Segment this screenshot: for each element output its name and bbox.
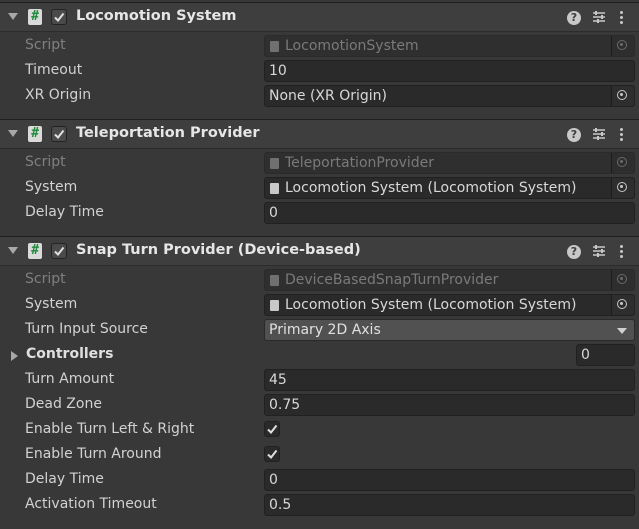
script-icon: # [28, 126, 42, 142]
script-icon: # [28, 243, 42, 259]
component-title: Snap Turn Provider (Device-based) [76, 242, 361, 258]
enable-turn-around-checkbox[interactable] [264, 446, 280, 462]
turn-input-source-dropdown[interactable]: Primary 2D Axis [264, 319, 635, 341]
checkmark-icon [54, 246, 65, 257]
enable-turn-left-right-row: Enable Turn Left & Right [0, 418, 639, 443]
more-options-icon[interactable] [618, 127, 624, 143]
field-label: Turn Input Source [25, 321, 148, 337]
dead-zone-row: Dead Zone 0.75 [0, 393, 639, 418]
component-header-teleportation-provider[interactable]: # Teleportation Provider ? [0, 119, 639, 149]
field-label: Delay Time [25, 471, 104, 487]
field-label: Delay Time [25, 204, 104, 220]
preset-icon[interactable] [592, 10, 608, 26]
field-label: Turn Amount [25, 371, 115, 387]
help-icon[interactable]: ? [567, 128, 581, 142]
more-options-icon[interactable] [618, 10, 624, 26]
component-header-locomotion-system[interactable]: # Locomotion System ? [0, 2, 639, 32]
object-picker-icon [611, 153, 634, 173]
script-field: LocomotionSystem [264, 35, 635, 57]
object-picker-icon [611, 270, 634, 290]
controllers-row: Controllers 0 [0, 343, 639, 368]
delay-time-row: Delay Time 0 [0, 468, 639, 493]
component-enable-checkbox[interactable] [51, 9, 67, 25]
component-header-snap-turn-provider[interactable]: # Snap Turn Provider (Device-based) ? [0, 236, 639, 266]
field-label: Enable Turn Left & Right [25, 421, 195, 437]
delay-time-input[interactable]: 0 [264, 469, 635, 491]
collapse-arrow-icon[interactable] [8, 13, 18, 20]
field-label: Dead Zone [25, 396, 102, 412]
collapse-arrow-icon[interactable] [8, 130, 18, 137]
component-enable-checkbox[interactable] [51, 126, 67, 142]
component-title: Teleportation Provider [76, 125, 260, 141]
chevron-down-icon [617, 328, 627, 334]
script-row: Script LocomotionSystem [0, 34, 639, 59]
checkmark-icon [267, 449, 278, 460]
delay-time-input[interactable]: 0 [264, 202, 635, 224]
turn-amount-row: Turn Amount 45 [0, 368, 639, 393]
field-label: Script [25, 37, 66, 53]
field-label: Activation Timeout [25, 496, 157, 512]
preset-icon[interactable] [592, 127, 608, 143]
field-label: System [25, 179, 78, 195]
system-row: System Locomotion System (Locomotion Sys… [0, 176, 639, 201]
object-picker-icon [611, 36, 634, 56]
field-label: Script [25, 154, 66, 170]
controllers-size-input[interactable]: 0 [576, 344, 635, 366]
checkmark-icon [54, 129, 65, 140]
component-title: Locomotion System [76, 8, 237, 24]
activation-timeout-input[interactable]: 0.5 [264, 494, 635, 516]
xr-origin-row: XR Origin None (XR Origin) [0, 84, 639, 109]
help-icon[interactable]: ? [567, 11, 581, 25]
script-asset-icon [270, 275, 279, 286]
checkmark-icon [54, 12, 65, 23]
script-icon: # [28, 9, 42, 25]
help-icon[interactable]: ? [567, 245, 581, 259]
component-enable-checkbox[interactable] [51, 243, 67, 259]
object-picker-icon[interactable] [611, 295, 634, 315]
enable-turn-around-row: Enable Turn Around [0, 443, 639, 468]
script-asset-icon [270, 300, 279, 311]
delay-time-row: Delay Time 0 [0, 201, 639, 226]
preset-icon[interactable] [592, 244, 608, 260]
field-label: Enable Turn Around [25, 446, 162, 462]
system-row: System Locomotion System (Locomotion Sys… [0, 293, 639, 318]
turn-amount-input[interactable]: 45 [264, 369, 635, 391]
system-field[interactable]: Locomotion System (Locomotion System) [264, 177, 635, 199]
system-field[interactable]: Locomotion System (Locomotion System) [264, 294, 635, 316]
turn-input-source-row: Turn Input Source Primary 2D Axis [0, 318, 639, 343]
field-label: Timeout [25, 62, 83, 78]
activation-timeout-row: Activation Timeout 0.5 [0, 493, 639, 518]
script-field: DeviceBasedSnapTurnProvider [264, 269, 635, 291]
script-asset-icon [270, 158, 279, 169]
more-options-icon[interactable] [618, 244, 624, 260]
object-picker-icon[interactable] [611, 86, 634, 106]
object-picker-icon[interactable] [611, 178, 634, 198]
field-label: Script [25, 271, 66, 287]
expand-arrow-icon[interactable] [11, 351, 18, 361]
checkmark-icon [267, 424, 278, 435]
timeout-row: Timeout 10 [0, 59, 639, 84]
timeout-input[interactable]: 10 [264, 60, 635, 82]
script-row: Script DeviceBasedSnapTurnProvider [0, 268, 639, 293]
xr-origin-field[interactable]: None (XR Origin) [264, 85, 635, 107]
field-label: XR Origin [25, 87, 92, 103]
enable-turn-left-right-checkbox[interactable] [264, 421, 280, 437]
controllers-foldout-label[interactable]: Controllers [26, 346, 113, 362]
field-label: System [25, 296, 78, 312]
script-asset-icon [270, 183, 279, 194]
script-asset-icon [270, 41, 279, 52]
collapse-arrow-icon[interactable] [8, 247, 18, 254]
dead-zone-input[interactable]: 0.75 [264, 394, 635, 416]
script-field: TeleportationProvider [264, 152, 635, 174]
script-row: Script TeleportationProvider [0, 151, 639, 176]
